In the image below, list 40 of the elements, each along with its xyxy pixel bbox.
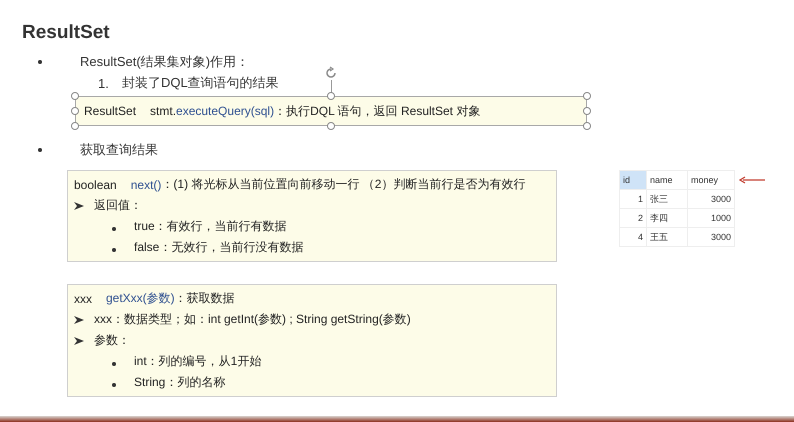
bullet-text: ResultSet(结果集对象)作用： bbox=[80, 53, 250, 71]
column-header: name bbox=[646, 170, 688, 190]
column-header: id bbox=[620, 170, 646, 190]
bullet-icon bbox=[38, 60, 42, 64]
list-text: 返回值： bbox=[94, 197, 142, 214]
table-cell: 1 bbox=[620, 190, 646, 208]
table-cell: 4 bbox=[620, 228, 646, 246]
method-signature: xxx getXxx(参数)：获取数据 bbox=[74, 290, 236, 308]
resize-handle[interactable] bbox=[327, 92, 335, 100]
bullet-icon bbox=[112, 248, 116, 252]
table-cell: 王五 bbox=[646, 228, 688, 246]
column-header: money bbox=[688, 170, 734, 190]
arrow-icon bbox=[739, 176, 765, 184]
table-cell: 3000 bbox=[688, 228, 734, 246]
item-number: 1. bbox=[98, 76, 110, 90]
bullet-icon bbox=[112, 226, 116, 230]
bullet-text: 获取查询结果 bbox=[80, 141, 158, 159]
list-text: false：无效行，当前行没有数据 bbox=[134, 239, 304, 256]
rotate-handle-icon[interactable] bbox=[324, 66, 338, 80]
table-cell: 1000 bbox=[688, 208, 734, 228]
slide-title: ResultSet bbox=[22, 22, 110, 44]
table-cell: 3000 bbox=[688, 190, 734, 208]
list-text: 参数： bbox=[94, 332, 130, 349]
list-text: xxx：数据类型；如：int getInt(参数) ; String getString(参数) bbox=[94, 311, 411, 328]
list-text: 封装了DQL查询语句的结果 bbox=[122, 74, 279, 92]
bullet-icon bbox=[112, 382, 116, 386]
table-cell: 张三 bbox=[646, 190, 688, 208]
arrow-bullet-icon bbox=[74, 336, 84, 346]
list-text: true：有效行，当前行有数据 bbox=[134, 218, 287, 235]
bullet-icon bbox=[38, 148, 42, 152]
list-text: String：列的名称 bbox=[134, 374, 226, 391]
table-cell: 2 bbox=[620, 208, 646, 228]
arrow-bullet-icon bbox=[74, 200, 84, 210]
list-text: int：列的编号，从1开始 bbox=[134, 353, 262, 370]
resize-handle[interactable] bbox=[327, 122, 335, 130]
bullet-icon bbox=[112, 362, 116, 366]
method-signature: boolean next()：(1) 将光标从当前位置向前移动一行 （2）判断当前行是否为有效行 bbox=[74, 176, 526, 194]
method-signature: ResultSet stmt.executeQuery(sql)：执行DQL 语句，返回 ResultSet 对象 bbox=[84, 102, 482, 120]
arrow-bullet-icon bbox=[74, 314, 84, 324]
table-cell: 李四 bbox=[646, 208, 688, 228]
